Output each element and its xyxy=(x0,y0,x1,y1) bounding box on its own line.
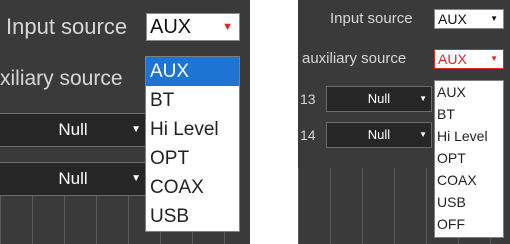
left-source-dropdown-menu: AUX BT Hi Level OPT COAX USB xyxy=(145,56,240,232)
left-input-source-label: Input source xyxy=(6,14,128,39)
right-row-13-dropdown-arrow-icon: ▼ xyxy=(419,94,427,103)
right-row-13-value: Null xyxy=(367,91,391,106)
left-row-1-dropdown-arrow-icon: ▼ xyxy=(131,124,141,135)
right-row-13-select[interactable]: Null ▼ xyxy=(326,86,432,112)
right-input-source-label: Input source xyxy=(330,10,413,27)
left-auxiliary-source-label: xiliary source xyxy=(0,67,123,90)
left-menu-item-usb[interactable]: USB xyxy=(146,202,239,231)
right-settings-panel: Input source AUX ▼ auxiliary source AUX … xyxy=(298,0,510,244)
right-input-source-select[interactable]: AUX ▼ xyxy=(434,9,504,29)
right-input-source-value: AUX xyxy=(438,11,467,27)
right-auxiliary-source-select[interactable]: AUX ▼ xyxy=(434,49,504,69)
right-menu-item-bt[interactable]: BT xyxy=(435,103,503,125)
left-input-source-select[interactable]: AUX ▼ xyxy=(146,13,240,41)
right-row-14-select[interactable]: Null ▼ xyxy=(326,122,432,148)
right-row-13-index: 13 xyxy=(300,91,316,107)
right-menu-item-usb[interactable]: USB xyxy=(435,191,503,213)
right-row-14-index: 14 xyxy=(300,127,316,143)
right-auxiliary-source-value: AUX xyxy=(438,51,467,67)
left-row-1-value: Null xyxy=(58,120,88,139)
left-input-source-dropdown-arrow-icon: ▼ xyxy=(222,21,233,33)
left-row-2-dropdown-arrow-icon: ▼ xyxy=(131,173,141,184)
right-menu-item-off[interactable]: OFF xyxy=(435,213,503,235)
right-source-dropdown-menu: AUX BT Hi Level OPT COAX USB OFF xyxy=(434,80,504,238)
right-row-14-dropdown-arrow-icon: ▼ xyxy=(419,130,427,139)
left-menu-item-bt[interactable]: BT xyxy=(146,86,239,115)
right-menu-item-opt[interactable]: OPT xyxy=(435,147,503,169)
right-menu-item-aux[interactable]: AUX xyxy=(435,81,503,103)
right-input-source-dropdown-arrow-icon: ▼ xyxy=(490,14,498,23)
left-menu-item-aux[interactable]: AUX xyxy=(146,57,239,86)
right-menu-item-coax[interactable]: COAX xyxy=(435,169,503,191)
left-menu-item-coax[interactable]: COAX xyxy=(146,173,239,202)
left-row-2-value: Null xyxy=(58,169,88,188)
right-auxiliary-source-dropdown-arrow-icon: ▼ xyxy=(490,54,498,63)
right-auxiliary-source-label: auxiliary source xyxy=(302,50,407,67)
left-settings-panel: Input source AUX ▼ xiliary source Null ▼… xyxy=(0,0,250,244)
right-menu-item-hi-level[interactable]: Hi Level xyxy=(435,125,503,147)
right-row-14-value: Null xyxy=(367,127,391,142)
left-row-2-select[interactable]: Null ▼ xyxy=(0,162,148,196)
left-input-source-value: AUX xyxy=(150,16,192,38)
left-row-1-select[interactable]: Null ▼ xyxy=(0,113,148,147)
left-menu-item-hi-level[interactable]: Hi Level xyxy=(146,115,239,144)
left-menu-item-opt[interactable]: OPT xyxy=(146,144,239,173)
